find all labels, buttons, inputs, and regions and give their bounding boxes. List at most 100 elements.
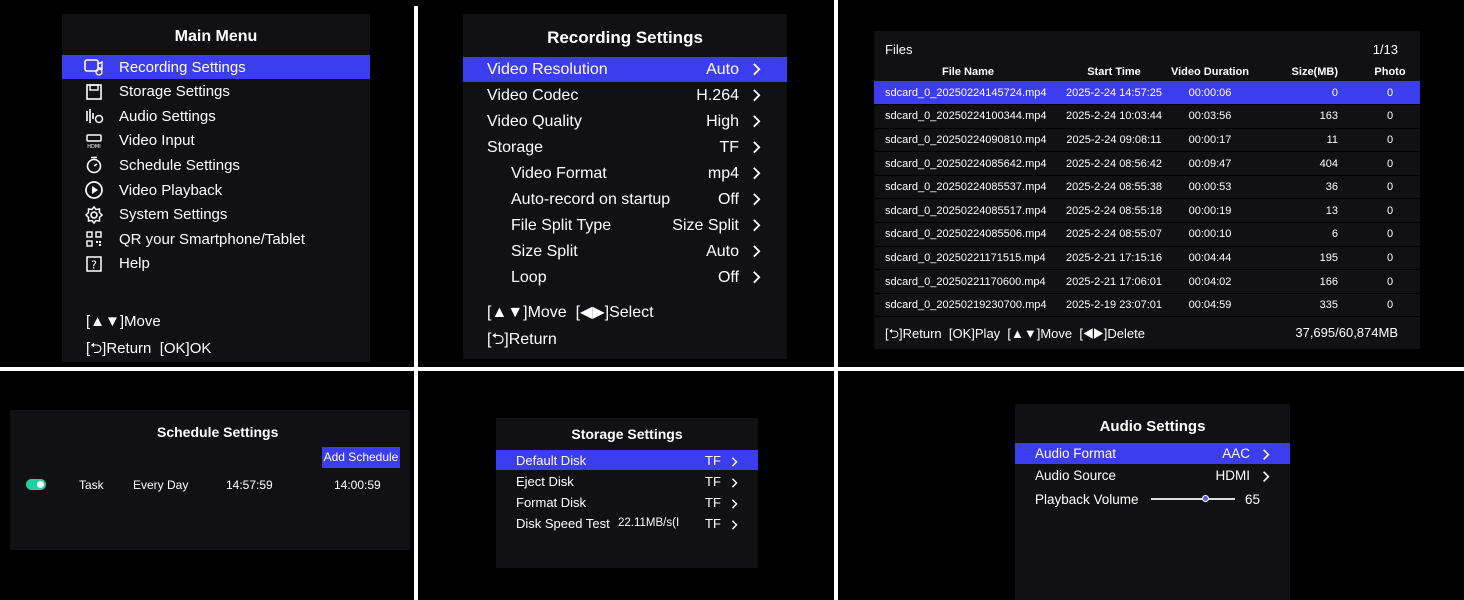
table-cell: 36 — [1325, 181, 1338, 194]
setting-value: TF — [705, 494, 721, 510]
column-header: File Name — [942, 66, 994, 78]
table-cell: 2025-2-21 17:06:01 — [1065, 275, 1163, 288]
chevron-right-icon — [753, 219, 761, 232]
save-icon — [84, 82, 104, 102]
table-cell: 0 — [1386, 299, 1394, 312]
chevron-right-icon — [1263, 471, 1270, 482]
page-counter: 1/13 — [1372, 42, 1398, 57]
add-schedule-button[interactable]: Add Schedule — [322, 447, 400, 468]
hint-return: [⮌]Return [OK]OK — [86, 340, 212, 357]
table-cell: 0 — [1386, 110, 1394, 123]
menu-item[interactable]: Audio Settings — [62, 104, 370, 128]
page-title: Main Menu — [174, 28, 258, 45]
table-row[interactable]: sdcard_0_20250224085537.mp4 2025-2-24 08:… — [874, 175, 1420, 199]
setting-label: Size Split — [511, 242, 578, 260]
setting-value: TF — [719, 138, 739, 156]
menu-item[interactable]: Schedule Settings — [62, 153, 370, 177]
chevron-right-icon — [731, 520, 738, 530]
volume-slider-handle[interactable] — [1201, 495, 1209, 502]
chevron-right-icon — [753, 89, 761, 102]
setting-row[interactable]: Storage TF — [463, 135, 787, 160]
menu-item[interactable]: QR your Smartphone/Tablet — [62, 227, 370, 251]
setting-label: File Split Type — [511, 216, 612, 234]
setting-row[interactable]: Disk Speed Test 22.11MB/s(I TF — [496, 513, 758, 533]
setting-row[interactable]: Loop Off — [463, 265, 787, 290]
setting-row[interactable]: Default Disk TF — [496, 450, 758, 470]
table-row[interactable]: sdcard_0_20250224090810.mp4 2025-2-24 09:… — [874, 128, 1420, 152]
table-cell: 0 — [1386, 86, 1394, 99]
schedule-row[interactable]: Task Every Day 14:57:59 14:00:59 — [10, 476, 410, 494]
volume-value: 65 — [1245, 491, 1261, 507]
table-cell: 0 — [1386, 228, 1394, 241]
setting-value: Auto — [706, 60, 739, 78]
table-row[interactable]: sdcard_0_20250224085506.mp4 2025-2-24 08:… — [874, 222, 1420, 247]
table-cell: 195 — [1319, 251, 1338, 264]
setting-row[interactable]: Format Disk TF — [496, 492, 758, 512]
chevron-right-icon — [753, 167, 761, 180]
table-cell: 00:04:02 — [1188, 275, 1232, 288]
task-end-time: 14:00:59 — [334, 478, 381, 492]
table-cell: 00:04:59 — [1188, 299, 1232, 312]
camera-settings-icon — [84, 57, 104, 77]
setting-row[interactable]: Video Codec H.264 — [463, 83, 787, 108]
table-row[interactable]: sdcard_0_20250224100344.mp4 2025-2-24 10:… — [874, 104, 1420, 129]
menu-item[interactable]: HDMI Video Input — [62, 129, 370, 153]
table-cell: sdcard_0_20250221170600.mp4 — [885, 275, 1046, 288]
setting-row[interactable]: Audio Format AAC — [1015, 443, 1290, 464]
menu-item[interactable]: Storage Settings — [62, 80, 370, 104]
table-cell: 00:00:19 — [1188, 204, 1232, 217]
menu-item-label: Help — [119, 255, 150, 273]
table-row[interactable]: sdcard_0_20250219230700.mp4 2025-2-19 23:… — [874, 293, 1420, 317]
setting-row[interactable]: Auto-record on startup Off — [463, 187, 787, 212]
column-header: Size(MB) — [1291, 66, 1338, 78]
help-icon: ? — [84, 254, 104, 274]
playback-volume-row[interactable]: Playback Volume 65 — [1015, 489, 1290, 509]
table-cell: sdcard_0_20250224085506.mp4 — [885, 228, 1047, 241]
setting-row[interactable]: Size Split Auto — [463, 239, 787, 264]
setting-row[interactable]: Video Resolution Auto — [463, 57, 787, 82]
setting-value: mp4 — [707, 164, 739, 182]
files-table: File Name Start Time Video Duration Size(MB… — [874, 63, 1420, 317]
table-cell: 00:00:10 — [1188, 228, 1232, 241]
table-row[interactable]: sdcard_0_20250221171515.mp4 2025-2-21 17:… — [874, 246, 1420, 270]
table-cell: 0 — [1386, 204, 1394, 217]
table-cell: 0 — [1386, 181, 1394, 194]
hint-return: [⮌]Return — [487, 331, 557, 348]
setting-row[interactable]: Video Format mp4 — [463, 161, 787, 186]
table-cell: 2025-2-24 08:55:18 — [1065, 204, 1163, 217]
chevron-right-icon — [753, 193, 761, 206]
table-cell: 00:00:17 — [1188, 133, 1232, 146]
setting-row[interactable]: Eject Disk TF — [496, 471, 758, 491]
setting-row[interactable]: Audio Source HDMI — [1015, 465, 1290, 486]
divider — [414, 371, 418, 600]
divider — [834, 371, 838, 600]
chevron-right-icon — [753, 115, 761, 128]
setting-label: Default Disk — [516, 452, 587, 468]
divider — [414, 6, 418, 368]
table-row[interactable]: sdcard_0_20250221170600.mp4 2025-2-21 17:… — [874, 269, 1420, 294]
setting-row[interactable]: File Split Type Size Split — [463, 213, 787, 238]
files-title: Files — [885, 42, 913, 57]
table-cell: sdcard_0_20250221171515.mp4 — [885, 251, 1046, 264]
table-row[interactable]: sdcard_0_20250224085517.mp4 2025-2-24 08:… — [874, 198, 1420, 223]
schedule-toggle[interactable] — [26, 479, 46, 490]
menu-item[interactable]: Video Playback — [62, 178, 370, 202]
table-cell: sdcard_0_20250224145724.mp4 — [885, 86, 1047, 99]
menu-item-label: Storage Settings — [119, 83, 230, 101]
menu-item[interactable]: System Settings — [62, 203, 370, 227]
setting-label: Video Quality — [487, 112, 582, 130]
table-cell: 2025-2-24 14:57:25 — [1065, 86, 1163, 99]
chevron-right-icon — [1263, 449, 1270, 460]
hint-move: [▲▼]Move — [86, 313, 161, 330]
setting-label: Audio Format — [1035, 446, 1117, 461]
menu-item[interactable]: Recording Settings — [62, 55, 370, 79]
volume-slider[interactable] — [1151, 495, 1235, 502]
qr-icon — [84, 229, 104, 249]
play-icon — [84, 180, 104, 200]
chevron-right-icon — [753, 245, 761, 258]
setting-row[interactable]: Video Quality High — [463, 109, 787, 134]
table-row[interactable]: sdcard_0_20250224145724.mp4 2025-2-24 14:… — [874, 81, 1420, 105]
menu-item[interactable]: ? Help — [62, 252, 370, 276]
table-cell: 00:04:44 — [1188, 251, 1232, 264]
table-row[interactable]: sdcard_0_20250224085642.mp4 2025-2-24 08:… — [874, 151, 1420, 176]
